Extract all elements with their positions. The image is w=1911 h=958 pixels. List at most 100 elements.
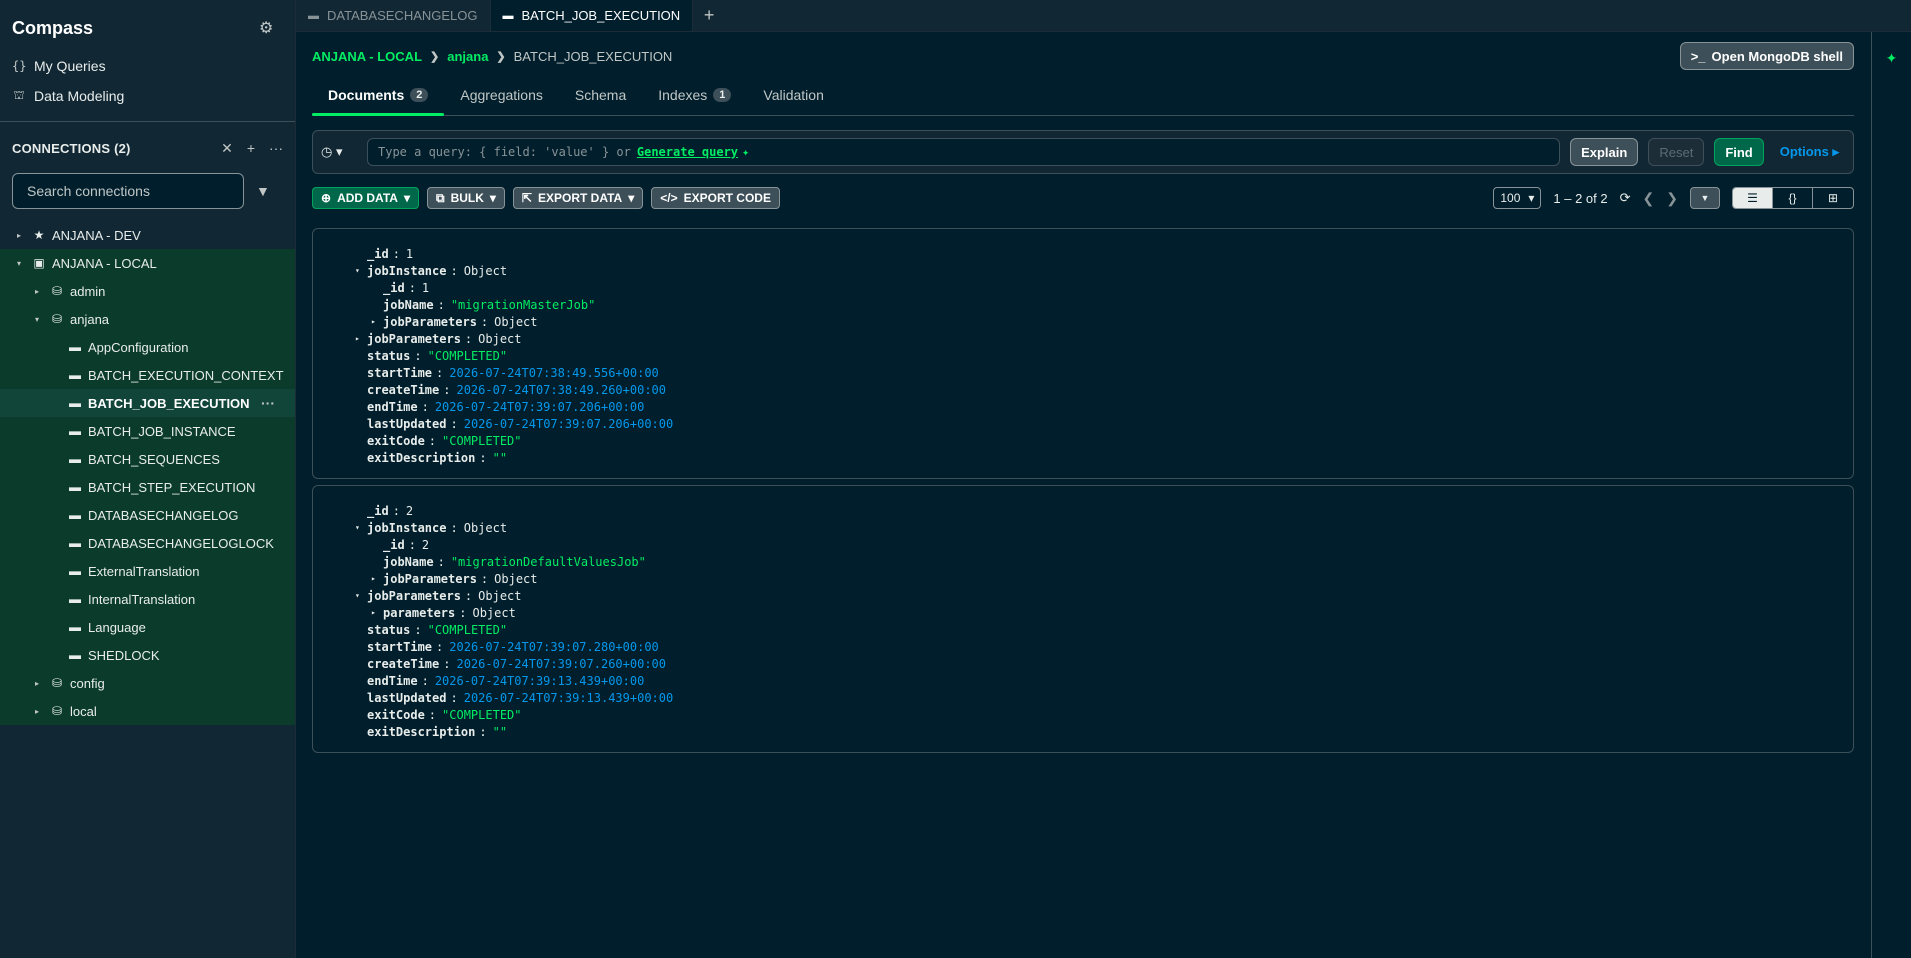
query-input[interactable]: Type a query: { field: 'value' } or Gene… [367, 138, 1561, 166]
tree-item[interactable]: ▬ BATCH_STEP_EXECUTION [0, 473, 295, 501]
tree-item[interactable]: ▸ ⛁ local [0, 697, 295, 725]
page-size-select[interactable]: 100 ▾ [1493, 187, 1542, 209]
tree-item-label: DATABASECHANGELOG [88, 507, 239, 523]
expand-right-icon[interactable]: ▸ [355, 334, 367, 343]
tree-item[interactable]: ▬ BATCH_SEQUENCES [0, 445, 295, 473]
tab-indexes[interactable]: Indexes 1 [642, 87, 747, 115]
caret-down-icon: ▾ [489, 191, 496, 205]
tree-item[interactable]: ▸ ★ ANJANA - DEV [0, 221, 295, 249]
more-icon[interactable]: ··· [269, 140, 283, 157]
pagination-range: 1 – 2 of 2 [1553, 190, 1608, 206]
prev-page-icon[interactable]: ❮ [1643, 190, 1655, 207]
field-value: Object [478, 588, 522, 603]
caret-right-icon[interactable]: ▸ [32, 679, 42, 688]
add-connection-icon[interactable]: + [247, 140, 255, 157]
field-key: lastUpdated [367, 690, 447, 705]
collapse-all-icon[interactable]: ✕ [221, 140, 233, 157]
field-key: jobName [383, 554, 434, 569]
tree-item[interactable]: ▬ DATABASECHANGELOGLOCK [0, 529, 295, 557]
caret-right-icon[interactable]: ▸ [32, 287, 42, 296]
caret-right-icon[interactable]: ▸ [14, 231, 24, 240]
tree-item[interactable]: ▬ ExternalTranslation [0, 557, 295, 585]
document-card[interactable]: _id:2 ▾ jobInstance: Object _id:2 jobName: "mi… [312, 485, 1854, 753]
view-toggle-group: ☰ {} ⊞ [1732, 187, 1854, 209]
field-colon: : [464, 588, 473, 603]
tab-validation[interactable]: Validation [747, 87, 839, 115]
field-key: jobParameters [367, 331, 461, 346]
caret-right-icon[interactable]: ▸ [32, 707, 42, 716]
field-value: 2026-07-24T07:39:07.206+00:00 [463, 416, 674, 431]
list-view-icon[interactable]: ☰ [1733, 188, 1773, 208]
field-colon: : [443, 382, 451, 397]
options-toggle[interactable]: Options ▸ [1774, 144, 1845, 160]
export-data-button[interactable]: ⇱ EXPORT DATA ▾ [512, 187, 644, 209]
tree-item[interactable]: ▬ Language [0, 613, 295, 641]
field-colon: : [480, 314, 489, 329]
expand-down-icon[interactable]: ▾ [355, 266, 367, 275]
document-card[interactable]: _id:1 ▾ jobInstance: Object _id:1 jobName: "mi… [312, 228, 1854, 479]
connections-header: CONNECTIONS (2) ✕ + ··· [0, 134, 295, 165]
explain-button[interactable]: Explain [1570, 138, 1639, 166]
expand-right-icon[interactable]: ▸ [371, 608, 383, 617]
server-icon: ▣ [33, 256, 45, 270]
bulk-button[interactable]: ⧉ BULK ▾ [426, 187, 505, 209]
tree-item[interactable]: ▬ BATCH_JOB_EXECUTION ··· [0, 389, 295, 417]
export-code-button[interactable]: </> EXPORT CODE [651, 187, 780, 209]
workspace-tab[interactable]: ▬ DATABASECHANGELOG [296, 0, 491, 31]
open-shell-button[interactable]: >_ Open MongoDB shell [1679, 42, 1854, 70]
table-view-icon[interactable]: ⊞ [1813, 188, 1853, 208]
more-icon[interactable]: ··· [261, 395, 275, 411]
tree-item[interactable]: ▬ BATCH_EXECUTION_CONTEXT [0, 361, 295, 389]
tree-item[interactable]: ▬ BATCH_JOB_INSTANCE [0, 417, 295, 445]
tab-aggregations[interactable]: Aggregations [444, 87, 559, 115]
tree-item[interactable]: ▸ ⛁ admin [0, 277, 295, 305]
nav-data-modeling[interactable]: ⛫ Data Modeling [0, 81, 295, 111]
json-view-icon[interactable]: {} [1773, 188, 1813, 208]
document-field: exitCode: "COMPLETED" [313, 706, 1853, 723]
search-connections-input[interactable] [12, 173, 244, 209]
tree-item[interactable]: ▬ AppConfiguration [0, 333, 295, 361]
gear-icon[interactable]: ⚙ [259, 20, 275, 37]
sparkle-icon: ✦ [742, 145, 750, 159]
caret-down-icon[interactable]: ▾ [32, 315, 42, 324]
expand-right-icon[interactable]: ▸ [371, 317, 383, 326]
caret-down-icon: ▾ [403, 191, 410, 205]
refresh-icon[interactable]: ⟳ [1620, 190, 1631, 206]
filter-icon[interactable]: ▼ [256, 183, 270, 199]
tree-item[interactable]: ▾ ▣ ANJANA - LOCAL [0, 249, 295, 277]
caret-down-icon[interactable]: ▾ [14, 259, 24, 268]
documents-list: _id:1 ▾ jobInstance: Object _id:1 jobName: "mi… [312, 228, 1854, 753]
generate-query-link[interactable]: Generate query [637, 145, 738, 159]
field-key: startTime [367, 365, 433, 380]
field-value: 2 [405, 503, 414, 518]
find-button[interactable]: Find [1714, 138, 1764, 166]
diagram-icon: ⛫ [13, 88, 25, 102]
new-tab-icon[interactable]: + [693, 0, 725, 31]
next-page-icon[interactable]: ❯ [1666, 190, 1678, 207]
export-data-label: EXPORT DATA [537, 191, 623, 205]
reset-button[interactable]: Reset [1648, 138, 1705, 166]
tab-schema[interactable]: Schema [559, 87, 642, 115]
add-data-button[interactable]: ⊕ ADD DATA ▾ [312, 187, 419, 209]
subtab-label: Documents [328, 87, 405, 103]
expand-down-icon[interactable]: ▾ [355, 523, 367, 532]
field-colon: : [392, 246, 400, 261]
view-options-dropdown[interactable]: ▼ [1690, 187, 1720, 209]
ai-sparkle-icon[interactable]: ✦ [1886, 50, 1898, 958]
workspace-tab[interactable]: ▬ BATCH_JOB_EXECUTION [490, 0, 694, 31]
expand-right-icon[interactable]: ▸ [371, 574, 383, 583]
field-key: exitDescription [367, 450, 476, 465]
sidebar-divider [0, 121, 295, 122]
nav-my-queries[interactable]: {} My Queries [0, 51, 295, 81]
tree-item[interactable]: ▬ InternalTranslation [0, 585, 295, 613]
tree-item[interactable]: ▸ ⛁ config [0, 669, 295, 697]
breadcrumb-connection[interactable]: ANJANA - LOCAL [312, 49, 422, 64]
tree-item[interactable]: ▬ SHEDLOCK [0, 641, 295, 669]
tree-item[interactable]: ▬ DATABASECHANGELOG [0, 501, 295, 529]
tree-item[interactable]: ▾ ⛁ anjana [0, 305, 295, 333]
expand-down-icon[interactable]: ▾ [355, 591, 367, 600]
query-history-icon[interactable]: ◷ ▾ [321, 144, 357, 160]
breadcrumb-database[interactable]: anjana [447, 49, 488, 64]
sidebar: Compass ⚙ {} My Queries ⛫ Data Modeling … [0, 0, 296, 958]
tab-documents[interactable]: Documents 2 [312, 87, 445, 116]
